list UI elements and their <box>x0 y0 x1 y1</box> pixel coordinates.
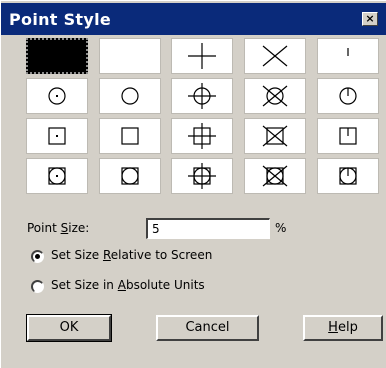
point-square-dot-icon <box>48 127 66 145</box>
point-circle-dot-icon <box>48 87 66 105</box>
point-style-option-point-circle-square-x[interactable] <box>244 158 306 194</box>
point-style-option-point-circle-square-plus[interactable] <box>171 158 233 194</box>
absolute-size-radio[interactable] <box>31 280 44 293</box>
point-circle-tick-icon <box>339 87 357 105</box>
point-circle-square-plus-icon <box>188 163 216 189</box>
point-circle-plus-icon <box>188 83 216 109</box>
point-circle-none-icon <box>121 87 139 105</box>
point-style-option-point-circle-x[interactable] <box>244 78 306 114</box>
radio-checked-icon <box>35 254 40 259</box>
point-style-option-point-circle-none[interactable] <box>99 78 161 114</box>
point-style-option-point-square-plus[interactable] <box>171 118 233 154</box>
point-style-option-point-dot[interactable] <box>26 38 88 74</box>
point-size-unit: % <box>275 221 287 235</box>
point-square-none-icon <box>121 127 139 145</box>
point-style-option-point-tick[interactable] <box>317 38 379 74</box>
point-style-option-point-square-tick[interactable] <box>317 118 379 154</box>
point-style-option-point-x[interactable] <box>244 38 306 74</box>
point-style-option-point-none[interactable] <box>99 38 161 74</box>
close-button[interactable]: × <box>362 12 378 26</box>
point-style-option-point-square-dot[interactable] <box>26 118 88 154</box>
point-circle-square-none-icon <box>121 167 139 185</box>
point-plus-icon <box>188 43 216 69</box>
point-style-option-point-square-none[interactable] <box>99 118 161 154</box>
point-square-plus-icon <box>188 123 216 149</box>
point-style-option-point-circle-square-none[interactable] <box>99 158 161 194</box>
point-square-tick-icon <box>339 127 357 145</box>
point-none-icon <box>100 39 160 73</box>
cancel-button[interactable]: Cancel <box>156 315 259 341</box>
point-tick-icon <box>347 48 349 56</box>
point-circle-x-icon <box>262 85 288 107</box>
point-style-option-point-square-x[interactable] <box>244 118 306 154</box>
point-style-option-point-circle-square-tick[interactable] <box>317 158 379 194</box>
close-icon: × <box>365 12 375 25</box>
ok-button[interactable]: OK <box>26 314 112 342</box>
point-size-label: Point Size: <box>27 221 90 235</box>
relative-size-label: Set Size Relative to Screen <box>51 248 213 262</box>
point-circle-square-x-icon <box>262 165 288 187</box>
point-square-x-icon <box>262 125 288 147</box>
point-style-option-point-circle-square-dot[interactable] <box>26 158 88 194</box>
point-style-option-point-plus[interactable] <box>171 38 233 74</box>
point-x-icon <box>262 45 288 67</box>
relative-size-radio[interactable] <box>31 250 44 263</box>
point-size-input[interactable] <box>146 218 270 239</box>
absolute-size-label: Set Size in Absolute Units <box>51 278 205 292</box>
point-circle-square-tick-icon <box>339 167 357 185</box>
point-circle-square-dot-icon <box>48 167 66 185</box>
point-style-option-point-circle-dot[interactable] <box>26 78 88 114</box>
point-style-dialog: Point Style × Point Size: % Set Size Rel… <box>0 0 386 368</box>
point-style-option-point-circle-tick[interactable] <box>317 78 379 114</box>
title-bar[interactable]: Point Style × <box>1 3 386 35</box>
help-button[interactable]: Help <box>303 315 383 341</box>
point-style-option-point-circle-plus[interactable] <box>171 78 233 114</box>
dialog-title: Point Style <box>9 10 112 29</box>
